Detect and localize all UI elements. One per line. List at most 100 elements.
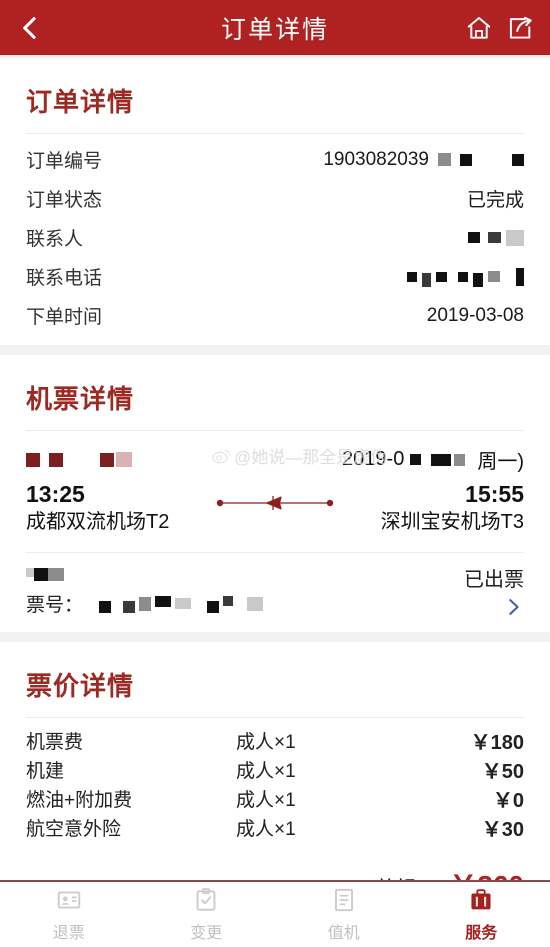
arrival-time: 15:55 [465, 481, 524, 507]
ticket-info: 票号： [26, 563, 264, 617]
table-row: 下单时间 2019-03-08 [26, 296, 524, 335]
redaction-block [431, 453, 452, 466]
departure-block: 13:25 成都双流机场T2 [26, 480, 186, 536]
table-row: 订单状态 已完成 [26, 179, 524, 218]
ticket-row[interactable]: 票号： 已出票 [26, 553, 524, 632]
redaction-block [116, 452, 132, 467]
row-label: 订单状态 [26, 190, 103, 211]
flight-header-row: @她说—那全是虚伪 2019-0 周一) [26, 431, 524, 476]
share-icon[interactable] [506, 14, 534, 42]
table-row: 燃油+附加费 成人×1 ￥0 [26, 784, 524, 813]
redaction-block [488, 271, 500, 282]
table-row: 航空意外险 成人×1 ￥30 [26, 813, 524, 842]
fare-section: 票价详情 机票费 成人×1 ￥180 机建 成人×1 ￥50 燃油+附加费 成人… [0, 641, 550, 880]
fare-amount: ￥50 [481, 760, 524, 783]
page-content: 订单详情 订单编号 1903082039 订单状态 已完成 联系人 联系电话 下… [0, 58, 550, 880]
fare-section-title: 票价详情 [26, 670, 135, 701]
redaction-block [488, 232, 501, 243]
flight-section-title: 机票详情 [26, 384, 135, 414]
flight-date-suffix: 周一) [477, 451, 524, 473]
row-value: 1903082039 [323, 149, 524, 171]
row-label: 联系电话 [26, 268, 103, 289]
home-icon[interactable] [465, 14, 493, 42]
order-section: 订单详情 订单编号 1903082039 订单状态 已完成 联系人 联系电话 下… [0, 58, 550, 345]
chevron-left-icon [23, 16, 36, 39]
flight-route-row: 13:25 成都双流机场T2 15:55 深圳宝安机场T3 [26, 476, 524, 552]
table-row: 联系人 [26, 218, 524, 257]
ticket-number: 票号： [26, 590, 264, 617]
airplane-icon [216, 496, 334, 510]
status-badge: 已出票 [464, 568, 524, 591]
redaction-block [155, 595, 172, 607]
departure-time: 13:25 [26, 481, 85, 507]
bottom-tabbar: 退票 变更 值机 服务 [0, 880, 550, 947]
total-label: 总额： [375, 872, 435, 880]
ticket-number-label: 票号： [26, 595, 84, 617]
total-row: 总额： ￥260 [26, 846, 524, 880]
total-amount: ￥260 [449, 864, 524, 880]
redaction-block [422, 272, 431, 287]
flight-date-prefix: 2019-0 [342, 448, 405, 470]
redaction-block [438, 153, 451, 166]
app-header: 订单详情 [0, 0, 550, 55]
section-gap [0, 345, 550, 355]
row-value: 已完成 [466, 190, 524, 211]
id-card-icon [57, 890, 81, 909]
redaction-block [407, 271, 417, 282]
redaction-block [48, 568, 64, 582]
redaction-block [247, 596, 264, 611]
redaction-block [207, 600, 220, 613]
tab-change[interactable]: 变更 [138, 882, 276, 947]
passenger-redacted [26, 563, 263, 582]
redaction-block [506, 229, 524, 246]
arrival-airport: 深圳宝安机场T3 [380, 510, 524, 533]
table-row: 机建 成人×1 ￥50 [26, 755, 524, 784]
table-row: 联系电话 [26, 257, 524, 296]
briefcase-icon [471, 888, 491, 909]
back-button[interactable] [16, 11, 50, 45]
fare-name: 机票费 [26, 731, 84, 753]
row-label: 订单编号 [26, 151, 103, 172]
clipboard-check-icon [196, 887, 216, 911]
redaction-block [26, 452, 40, 467]
tab-label: 服务 [465, 924, 498, 942]
chevron-right-icon[interactable] [502, 596, 524, 618]
redaction-block [34, 568, 48, 582]
tab-label: 退票 [52, 924, 85, 942]
row-label: 下单时间 [26, 307, 103, 328]
row-value: 2019-03-08 [426, 304, 524, 326]
fare-amount: ￥0 [492, 789, 524, 812]
row-label: 联系人 [26, 229, 84, 250]
tab-service[interactable]: 服务 [413, 882, 550, 947]
flight-section: 机票详情 @她说—那全是虚伪 2019-0 周一) 13:25 成都双流机场T2… [0, 355, 550, 632]
redaction-block [468, 232, 480, 243]
fare-pax: 成人×1 [236, 731, 296, 753]
row-value-redacted [468, 229, 524, 246]
header-actions [465, 14, 534, 42]
fare-pax: 成人×1 [236, 789, 296, 811]
fare-name: 航空意外险 [26, 818, 122, 840]
tab-refund[interactable]: 退票 [0, 882, 138, 947]
fare-pax: 成人×1 [236, 818, 296, 840]
order-number-text: 1903082039 [323, 148, 429, 170]
fare-amount: ￥30 [481, 818, 524, 841]
redaction-block [223, 595, 234, 606]
order-section-title: 订单详情 [26, 87, 135, 117]
airline-redacted [26, 452, 132, 467]
fare-name: 燃油+附加费 [26, 789, 133, 811]
arrival-block: 15:55 深圳宝安机场T3 [364, 480, 524, 536]
weibo-logo-icon [212, 449, 230, 463]
fare-amount: ￥180 [470, 731, 524, 754]
redaction-block [139, 596, 152, 611]
order-detail-page: 订单详情 订单详情 订单编号 1903082039 订单状态 已完成 联系人 联… [0, 0, 550, 947]
table-row: 订单编号 1903082039 [26, 140, 524, 179]
document-icon [334, 888, 353, 911]
row-value-redacted [407, 267, 524, 287]
redaction-block [436, 271, 447, 282]
tab-checkin[interactable]: 值机 [275, 882, 413, 947]
fare-pax: 成人×1 [236, 760, 296, 782]
redaction-block [516, 267, 524, 286]
tab-label: 值机 [327, 924, 360, 942]
route-line [186, 480, 364, 512]
order-info-list: 订单编号 1903082039 订单状态 已完成 联系人 联系电话 下单时间 2… [26, 134, 524, 345]
